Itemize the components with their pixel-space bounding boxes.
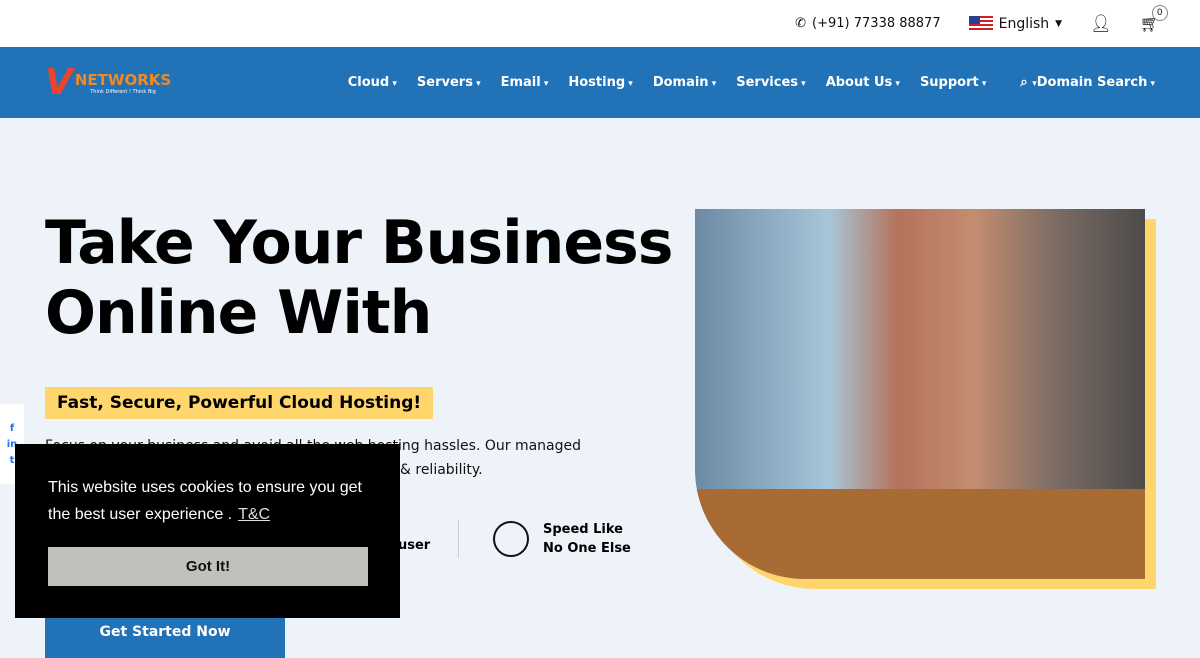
nav-cloud[interactable]: Cloud — [348, 75, 397, 90]
terms-link[interactable]: T&C — [238, 506, 270, 523]
hero-tagline: Fast, Secure, Powerful Cloud Hosting! — [45, 387, 434, 419]
hero-title: Take Your Business Online With — [45, 208, 673, 348]
nav-support[interactable]: Support — [920, 75, 986, 90]
nav-domain[interactable]: Domain — [653, 75, 716, 90]
nav-email[interactable]: Email — [501, 75, 549, 90]
nav-services[interactable]: Services — [736, 75, 805, 90]
cookie-message: This website uses cookies to ensure you … — [48, 479, 362, 523]
twitter-icon[interactable]: t — [10, 455, 15, 466]
divider — [458, 520, 459, 558]
language-selector[interactable]: English ▼ — [968, 16, 1063, 32]
phone-icon: ✆ — [795, 16, 807, 31]
speedometer-icon — [493, 521, 529, 557]
top-bar: ✆ (+91) 77338 88877 English ▼ 👤︎ 🛒︎ 0 — [0, 0, 1200, 47]
main-nav: V NETWORKS Think Different ! Think Big Clo… — [0, 47, 1200, 118]
facebook-icon[interactable]: f — [10, 423, 14, 434]
logo[interactable]: V NETWORKS Think Different ! Think Big — [45, 62, 171, 103]
phone-link[interactable]: ✆ (+91) 77338 88877 — [795, 16, 940, 31]
hero-image — [695, 209, 1145, 579]
caret-down-icon: ▼ — [1055, 18, 1063, 29]
cart-button[interactable]: 🛒︎ 0 — [1140, 5, 1168, 33]
us-flag-icon — [968, 16, 993, 31]
feature-speed: Speed Like No One Else — [493, 520, 631, 558]
domain-search-link[interactable]: ⌕ Domain Search — [1020, 75, 1155, 90]
nav-hosting[interactable]: Hosting — [568, 75, 632, 90]
cookie-accept-button[interactable]: Got It! — [48, 547, 368, 586]
search-icon: ⌕ — [1020, 75, 1036, 90]
account-icon[interactable]: 👤︎ — [1090, 14, 1112, 34]
cookie-banner: This website uses cookies to ensure you … — [15, 444, 400, 618]
feature-user: user — [398, 538, 431, 553]
cart-count: 0 — [1151, 5, 1168, 21]
get-started-button[interactable]: Get Started Now — [45, 618, 285, 658]
nav-about-us[interactable]: About Us — [826, 75, 900, 90]
nav-servers[interactable]: Servers — [417, 75, 481, 90]
